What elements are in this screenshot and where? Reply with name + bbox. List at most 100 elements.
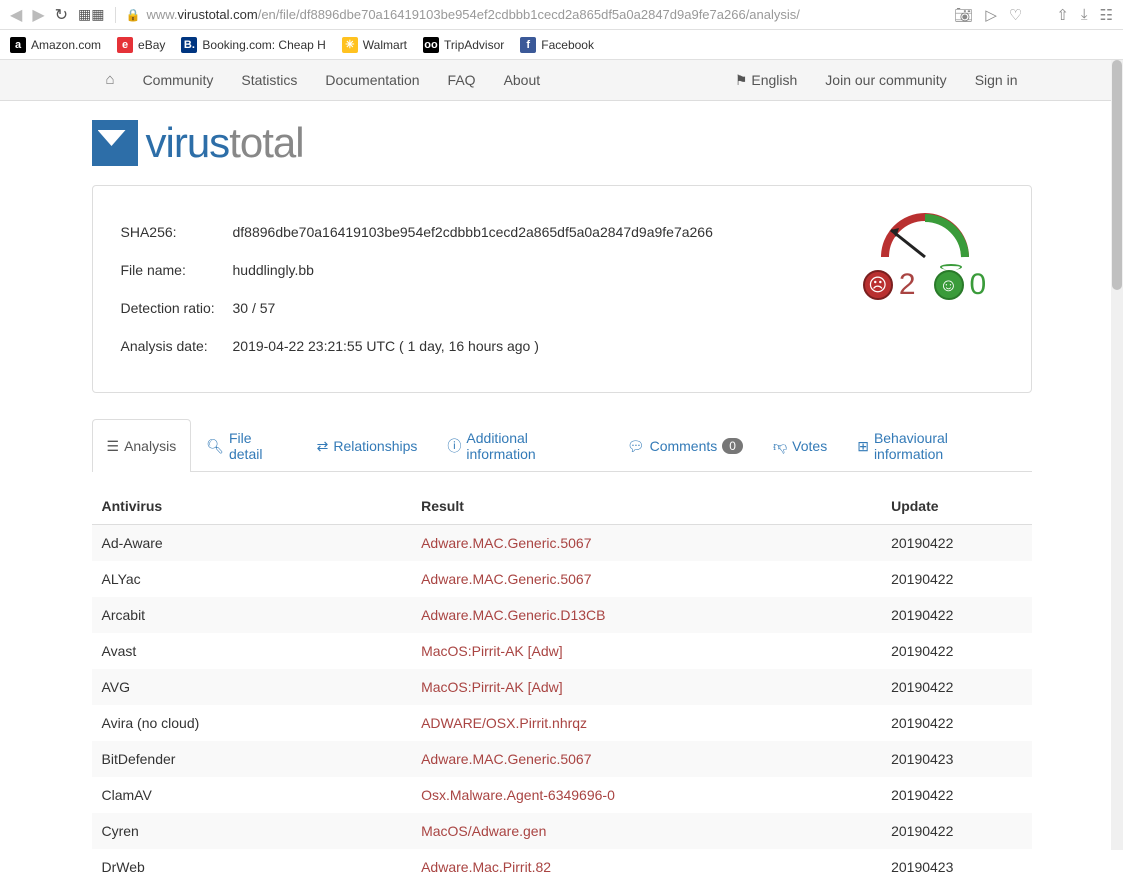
vote-bad[interactable]: ☹ 2 [863,268,916,302]
bookmark-icon: a [10,37,26,53]
nav-about[interactable]: About [490,72,555,88]
results-table: Antivirus Result Update Ad-AwareAdware.M… [92,488,1032,885]
result-cell: Osx.Malware.Agent-6349696-0 [411,777,881,813]
file-info-box: SHA256: df8896dbe70a16419103be954ef2cdbb… [92,185,1032,393]
send-icon[interactable]: ▷ [985,6,997,24]
update-cell: 20190422 [881,777,1031,813]
language-selector[interactable]: ⚑ English [721,60,811,100]
tab-analysis-label: Analysis [124,438,176,454]
toolbar-right-icons: 📷︎ ▷ ♡ ⇧ ⤓ ☷ [954,6,1113,24]
result-cell: Adware.MAC.Generic.5067 [411,561,881,597]
apps-button[interactable]: ▦▦ [78,6,104,23]
result-cell: MacOS:Pirrit-AK [Adw] [411,633,881,669]
back-button: ◀ [10,5,22,25]
date-label: Analysis date: [121,328,231,364]
tab-behavioural-label: Behavioural information [874,430,1017,462]
home-link[interactable]: ⌂ [92,60,129,100]
tab-relationships-label: Relationships [333,438,417,454]
lock-icon: 🔒 [126,8,141,22]
tabs: ☰ Analysis 🔍︎ File detail ⇄ Relationship… [92,419,1032,472]
vote-good[interactable]: ☺ 0 [934,268,987,302]
update-cell: 20190422 [881,633,1031,669]
tab-votes[interactable]: 👎︎ Votes [758,419,842,472]
update-cell: 20190422 [881,597,1031,633]
table-row: DrWebAdware.Mac.Pirrit.8220190423 [92,849,1032,885]
logo-text: virustotal [146,119,304,167]
sha256-label: SHA256: [121,214,231,250]
download-icon[interactable]: ⤓ [1081,6,1088,24]
bookmark-facebook[interactable]: fFacebook [520,37,594,53]
antivirus-cell: Arcabit [92,597,412,633]
table-row: CyrenMacOS/Adware.gen20190422 [92,813,1032,849]
date-value: 2019-04-22 23:21:55 UTC ( 1 day, 16 hour… [233,328,823,364]
share-icon[interactable]: ⇧ [1056,6,1069,24]
update-cell: 20190422 [881,705,1031,741]
join-link[interactable]: Join our community [811,60,960,100]
nav-faq[interactable]: FAQ [434,72,490,88]
bookmark-label: Facebook [541,38,594,52]
heart-icon[interactable]: ♡ [1009,6,1022,24]
settings-icon[interactable]: ☷ [1100,6,1113,24]
search-icon: 🔍︎ [206,438,224,455]
forward-button: ▶ [32,5,44,25]
tab-relationships[interactable]: ⇄ Relationships [302,419,433,472]
bookmark-icon: oo [423,37,439,53]
bookmark-icon: B. [181,37,197,53]
antivirus-cell: AVG [92,669,412,705]
virustotal-logo[interactable]: virustotal [92,119,1032,167]
result-cell: MacOS/Adware.gen [411,813,881,849]
table-row: ALYacAdware.MAC.Generic.506720190422 [92,561,1032,597]
page-scrollbar-thumb[interactable] [1112,60,1122,290]
bookmark-label: eBay [138,38,165,52]
update-cell: 20190422 [881,525,1031,562]
list-icon: ☰ [107,438,120,455]
flag-icon: ⚑ [735,60,748,100]
table-row: Avira (no cloud)ADWARE/OSX.Pirrit.nhrqz2… [92,705,1032,741]
col-update: Update [881,488,1031,525]
table-row: AVGMacOS:Pirrit-AK [Adw]20190422 [92,669,1032,705]
nav-community[interactable]: Community [129,72,228,88]
signin-link[interactable]: Sign in [961,60,1032,100]
table-row: BitDefenderAdware.MAC.Generic.5067201904… [92,741,1032,777]
ratio-value: 30 / 57 [233,290,823,326]
tab-additional-info[interactable]: ⓘ Additional information [432,419,611,472]
bookmark-amazon[interactable]: aAmazon.com [10,37,101,53]
col-antivirus: Antivirus [92,488,412,525]
browser-toolbar: ◀ ▶ ↻ ▦▦ 🔒 www.virustotal.com/en/file/df… [0,0,1123,30]
antivirus-cell: Cyren [92,813,412,849]
gauge-area: ☹ 2 ☺ 0 [845,212,1005,366]
bookmark-booking[interactable]: B. Booking.com: Cheap H [181,37,325,53]
bookmark-tripadvisor[interactable]: ooTripAdvisor [423,37,504,53]
camera-icon[interactable]: 📷︎ [954,6,973,24]
filename-value: huddlingly.bb [233,252,823,288]
table-row: ArcabitAdware.MAC.Generic.D13CB20190422 [92,597,1032,633]
page-scrollbar[interactable] [1111,60,1123,850]
antivirus-cell: Avira (no cloud) [92,705,412,741]
update-cell: 20190422 [881,813,1031,849]
result-cell: Adware.MAC.Generic.5067 [411,741,881,777]
tab-analysis[interactable]: ☰ Analysis [92,419,192,472]
tab-votes-label: Votes [792,438,827,454]
tab-behavioural[interactable]: ⊞ Behavioural information [842,419,1031,472]
table-row: Ad-AwareAdware.MAC.Generic.506720190422 [92,525,1032,562]
reload-button[interactable]: ↻ [55,5,68,25]
bookmark-ebay[interactable]: eeBay [117,37,165,53]
tab-comments[interactable]: 💬︎ Comments 0 [612,419,758,472]
tab-file-detail[interactable]: 🔍︎ File detail [191,419,301,472]
antivirus-cell: Ad-Aware [92,525,412,562]
table-row: ClamAVOsx.Malware.Agent-6349696-02019042… [92,777,1032,813]
language-label: English [751,60,797,100]
thumbs-down-icon: 👎︎ [773,438,787,455]
bookmark-walmart[interactable]: ✳Walmart [342,37,407,53]
nav-statistics[interactable]: Statistics [227,72,311,88]
update-cell: 20190422 [881,561,1031,597]
url-bar[interactable]: 🔒 www.virustotal.com/en/file/df8896dbe70… [126,7,945,22]
gauge-icon [865,212,985,262]
nav-documentation[interactable]: Documentation [311,72,433,88]
behaviour-icon: ⊞ [857,438,869,455]
bookmark-label: Booking.com: Cheap H [202,38,325,52]
antivirus-cell: BitDefender [92,741,412,777]
bookmark-icon: e [117,37,133,53]
tab-file-detail-label: File detail [229,430,287,462]
result-cell: Adware.Mac.Pirrit.82 [411,849,881,885]
